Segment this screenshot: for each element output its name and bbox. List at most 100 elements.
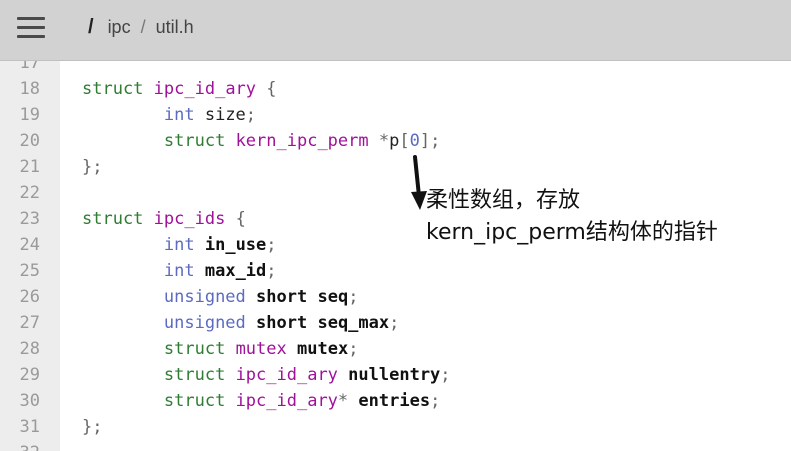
line-number: 25 — [19, 261, 40, 281]
code-token: struct — [163, 365, 226, 385]
code-token: struct — [163, 131, 226, 151]
code-token: seq_max — [317, 313, 390, 333]
code-token: ; — [389, 313, 400, 333]
line-number: 19 — [19, 105, 40, 125]
annotation-line-2: kern_ipc_perm结构体的指针 — [426, 220, 718, 245]
line-number: 22 — [19, 183, 40, 203]
code-token: ; — [266, 235, 277, 255]
code-token: seq — [317, 287, 349, 307]
code-token: struct — [82, 79, 144, 99]
code-token: }; — [82, 417, 103, 437]
line-number: 26 — [19, 287, 40, 307]
code-text: struct mutex mutex; — [82, 336, 359, 362]
breadcrumb: / ipc / util.h — [88, 16, 194, 39]
code-text: struct ipc_id_ary { — [82, 76, 277, 102]
code-token: short — [256, 313, 308, 333]
code-token: kern_ipc_perm — [235, 131, 369, 151]
top-bar: / ipc / util.h — [0, 0, 791, 61]
code-token: in_use — [204, 235, 267, 255]
code-token: mutex — [297, 339, 349, 359]
code-line: 20 struct kern_ipc_perm *p[0]; — [0, 128, 791, 154]
code-token: int — [163, 235, 195, 255]
line-number: 31 — [19, 417, 40, 437]
code-token: struct — [82, 209, 144, 229]
code-line: 31}; — [0, 414, 791, 440]
line-number: 23 — [19, 209, 40, 229]
code-token: { — [256, 79, 277, 99]
line-number: 32 — [0, 440, 40, 451]
code-text: }; — [82, 414, 102, 440]
line-number: 27 — [19, 313, 40, 333]
line-number: 18 — [19, 79, 40, 99]
line-number: 21 — [19, 157, 40, 177]
code-text: int size; — [82, 102, 256, 128]
code-token: max_id — [204, 261, 267, 281]
code-token: ipc_id_ary — [235, 365, 338, 385]
code-token: 0 — [409, 131, 420, 151]
code-token: ipc_ids — [153, 209, 226, 229]
code-token: * — [368, 131, 390, 151]
code-token: ]; — [419, 131, 441, 151]
code-line: 27 unsigned short seq_max; — [0, 310, 791, 336]
code-token: unsigned — [163, 287, 246, 307]
hamburger-menu-icon[interactable] — [14, 14, 50, 42]
code-token: struct — [163, 339, 226, 359]
code-token: ipc_id_ary — [153, 79, 257, 99]
code-token: int — [163, 105, 195, 125]
code-token: p — [389, 131, 400, 151]
breadcrumb-separator: / — [140, 17, 146, 37]
breadcrumb-item-ipc[interactable]: ipc — [108, 17, 131, 38]
code-text: int max_id; — [82, 258, 277, 284]
breadcrumb-root-link[interactable]: / — [88, 16, 94, 39]
code-line: 19 int size; — [0, 102, 791, 128]
code-token: ; — [440, 365, 451, 385]
code-token: }; — [82, 157, 103, 177]
code-text: int in_use; — [82, 232, 277, 258]
code-token: ; — [266, 261, 277, 281]
code-token: ipc_id_ary — [235, 391, 338, 411]
code-token: int — [163, 261, 195, 281]
code-token: ; — [245, 105, 257, 125]
code-line: 30 struct ipc_id_ary* entries; — [0, 388, 791, 414]
line-number: 30 — [19, 391, 40, 411]
code-token: [ — [399, 131, 410, 151]
line-number: 28 — [19, 339, 40, 359]
code-token: nullentry — [348, 365, 441, 385]
code-line: 29 struct ipc_id_ary nullentry; — [0, 362, 791, 388]
line-number: 24 — [19, 235, 40, 255]
code-view: 17 18 struct ipc_id_ary {19 int size; 20 st… — [0, 61, 791, 451]
code-token: size — [194, 105, 246, 125]
code-line: 17 — [0, 61, 791, 76]
code-token: ; — [430, 391, 441, 411]
code-text: struct ipc_ids { — [82, 206, 246, 232]
code-line: 28 struct mutex mutex; — [0, 336, 791, 362]
code-text: struct ipc_id_ary nullentry; — [82, 362, 451, 388]
code-line: 21}; — [0, 154, 791, 180]
code-token: ; — [348, 339, 359, 359]
code-token: short — [256, 287, 308, 307]
annotation-note: 柔性数组，存放 kern_ipc_perm结构体的指针 — [426, 185, 718, 249]
code-line: 26 unsigned short seq; — [0, 284, 791, 310]
breadcrumb-item-file[interactable]: util.h — [156, 17, 194, 38]
code-text: }; — [82, 154, 102, 180]
code-token: * — [337, 391, 359, 411]
code-text: unsigned short seq_max; — [82, 310, 399, 336]
